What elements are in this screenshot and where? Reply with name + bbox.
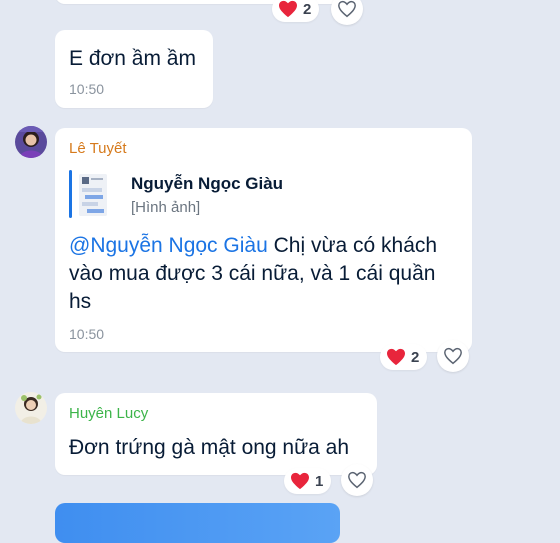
message-bubble-partial[interactable] bbox=[55, 503, 340, 543]
sender-name[interactable]: Lê Tuyết bbox=[69, 140, 127, 157]
reaction-summary[interactable]: 2 bbox=[380, 344, 428, 370]
mention-link[interactable]: @Nguyễn Ngọc Giàu bbox=[69, 234, 268, 257]
red-heart-icon bbox=[291, 472, 309, 490]
react-button[interactable] bbox=[437, 340, 469, 372]
reaction-count: 2 bbox=[303, 0, 312, 18]
heart-outline-icon bbox=[338, 0, 356, 18]
quote-bar bbox=[69, 170, 72, 218]
message-text: Đơn trứng gà mật ong nữa ah bbox=[69, 436, 350, 459]
avatar-huyen-lucy-image bbox=[15, 392, 47, 424]
message-line-3: hs bbox=[69, 290, 92, 313]
heart-outline-icon bbox=[444, 347, 462, 365]
avatar-le-tuyet-image bbox=[15, 126, 47, 158]
message-line-1: @Nguyễn Ngọc Giàu Chị vừa có khách bbox=[69, 232, 469, 260]
quote-preview: [Hình ảnh] bbox=[131, 199, 201, 216]
red-heart-icon bbox=[279, 0, 297, 18]
quote-thumbnail bbox=[79, 174, 107, 216]
avatar[interactable] bbox=[15, 392, 47, 424]
message-bubble[interactable]: E đơn ầm ầm 10:50 bbox=[55, 30, 213, 108]
quote-author: Nguyễn Ngọc Giàu bbox=[131, 174, 284, 193]
reaction-summary[interactable]: 2 bbox=[272, 0, 320, 22]
quoted-message[interactable]: Nguyễn Ngọc Giàu [Hình ảnh] bbox=[69, 170, 449, 218]
message-bubble[interactable]: Huyên Lucy Đơn trứng gà mật ong nữa ah bbox=[55, 393, 377, 475]
heart-outline-icon bbox=[348, 471, 366, 489]
message-text: E đơn ầm ầm bbox=[69, 47, 196, 70]
sender-name[interactable]: Huyên Lucy bbox=[69, 405, 148, 422]
reaction-count: 1 bbox=[315, 472, 324, 490]
message-time: 10:50 bbox=[69, 326, 105, 342]
message-time: 10:50 bbox=[69, 81, 105, 97]
react-button[interactable] bbox=[341, 464, 373, 496]
avatar[interactable] bbox=[15, 126, 47, 158]
red-heart-icon bbox=[387, 348, 405, 366]
message-text: @Nguyễn Ngọc Giàu Chị vừa có khách vào m… bbox=[69, 232, 469, 316]
message-line-2: vào mua được 3 cái nữa, và 1 cái quần bbox=[69, 262, 436, 285]
reaction-summary[interactable]: 1 bbox=[284, 468, 332, 494]
screenshot-thumbnail-icon bbox=[79, 174, 107, 216]
react-button[interactable] bbox=[331, 0, 363, 25]
message-bubble[interactable]: Lê Tuyết Nguyễn Ngọc Giàu [Hình ảnh] @Ng… bbox=[55, 128, 472, 352]
message-text-segment: Chị vừa có khách bbox=[267, 234, 438, 257]
reaction-count: 2 bbox=[411, 348, 420, 366]
